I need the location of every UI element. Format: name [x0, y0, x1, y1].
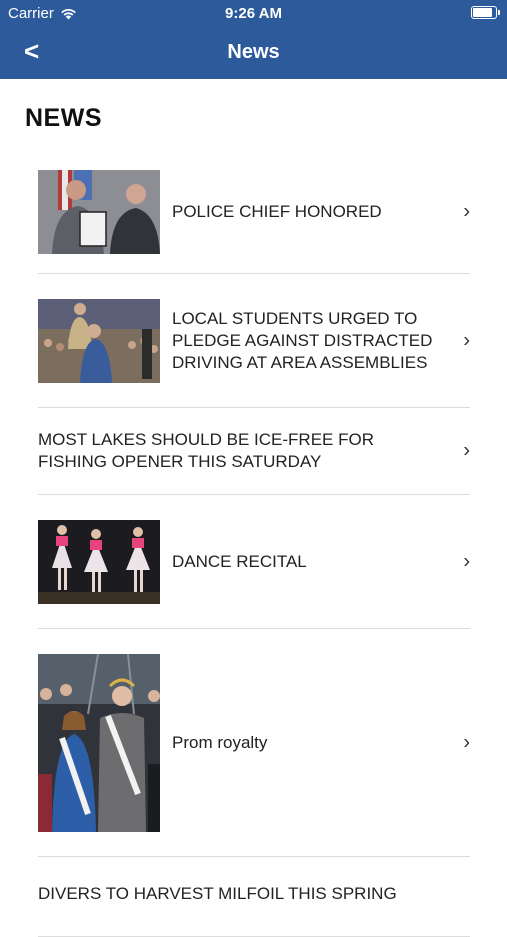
chevron-right-icon: › — [463, 731, 470, 753]
status-bar: Carrier 9:26 AM — [0, 0, 507, 28]
nav-title: News — [227, 41, 280, 63]
news-thumbnail — [38, 653, 160, 832]
news-title: LOCAL STUDENTS URGED TO PLEDGE AGAINST D… — [172, 308, 433, 372]
battery-fill — [473, 8, 493, 17]
chevron-right-icon: › — [463, 439, 470, 462]
status-time: 9:26 AM — [225, 5, 282, 22]
news-title: DANCE RECITAL — [172, 551, 307, 571]
chevron-right-icon: › — [463, 329, 470, 351]
news-title: Prom royalty — [172, 732, 268, 752]
news-item[interactable]: Prom royalty › — [38, 629, 470, 857]
chevron-right-icon: › — [463, 550, 470, 572]
news-item[interactable]: POLICE CHIEF HONORED › — [38, 150, 470, 274]
news-thumbnail — [38, 169, 160, 254]
nav-bar: < News — [0, 28, 507, 79]
news-item[interactable]: DANCE RECITAL › — [38, 495, 470, 629]
news-title: DIVERS TO HARVEST MILFOIL THIS SPRING — [38, 884, 397, 903]
battery-icon — [471, 6, 500, 19]
news-item[interactable]: MOST LAKES SHOULD BE ICE-FREE FOR FISHIN… — [38, 408, 470, 495]
chevron-right-icon: › — [463, 200, 470, 222]
news-item[interactable]: DIVERS TO HARVEST MILFOIL THIS SPRING — [38, 857, 470, 937]
news-thumbnail — [38, 519, 160, 604]
news-list: POLICE CHIEF HONORED › LOCAL STUDENTS UR… — [38, 150, 470, 937]
news-title: MOST LAKES SHOULD BE ICE-FREE FOR FISHIN… — [38, 430, 374, 471]
news-item[interactable]: LOCAL STUDENTS URGED TO PLEDGE AGAINST D… — [38, 274, 470, 408]
page-title: NEWS — [25, 104, 102, 132]
news-title: POLICE CHIEF HONORED — [172, 201, 382, 221]
news-thumbnail — [38, 298, 160, 383]
